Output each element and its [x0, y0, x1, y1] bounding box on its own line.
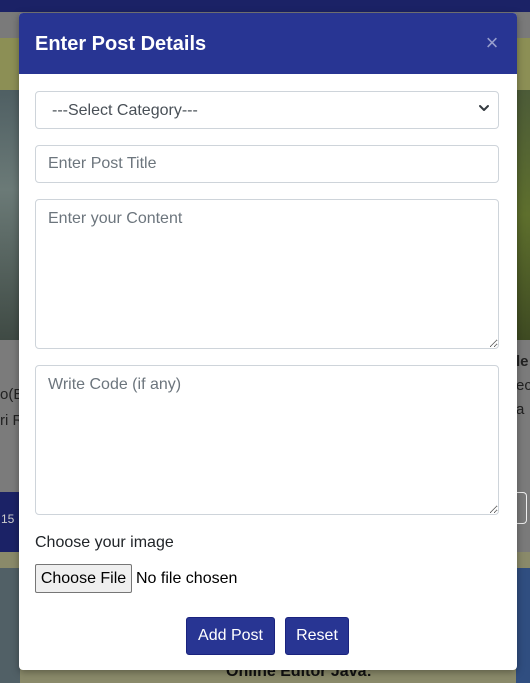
- choose-file-button[interactable]: Choose File: [35, 564, 132, 593]
- modal-title: Enter Post Details: [35, 33, 207, 55]
- background-left-image: [0, 90, 20, 340]
- category-select-value: ---Select Category---: [52, 102, 198, 119]
- category-select[interactable]: ---Select Category---: [35, 91, 499, 129]
- post-title-input[interactable]: [35, 145, 499, 183]
- post-details-modal: Enter Post Details × ---Select Category-…: [19, 13, 517, 670]
- modal-header: Enter Post Details ×: [19, 13, 517, 74]
- background-right-image: [516, 90, 530, 340]
- add-post-button[interactable]: Add Post: [186, 617, 275, 655]
- background-bottom-right-image: [516, 568, 530, 683]
- background-navbar: [0, 0, 530, 12]
- background-right-line: le: [516, 353, 529, 370]
- image-label: Choose your image: [35, 534, 174, 551]
- background-bottom-left-image: [0, 568, 20, 683]
- background-left-pill: 15: [0, 492, 20, 552]
- chevron-down-icon: [479, 105, 489, 111]
- reset-button[interactable]: Reset: [285, 617, 349, 655]
- file-status-text: No file chosen: [136, 570, 238, 587]
- background-right-line: ec: [516, 377, 530, 394]
- content-textarea[interactable]: [35, 199, 499, 349]
- background-pill-text: 15: [1, 512, 15, 526]
- close-icon[interactable]: ×: [482, 31, 502, 55]
- background-right-line: a: [516, 401, 525, 418]
- background-right-text: le ec a: [516, 350, 530, 422]
- code-textarea[interactable]: [35, 365, 499, 515]
